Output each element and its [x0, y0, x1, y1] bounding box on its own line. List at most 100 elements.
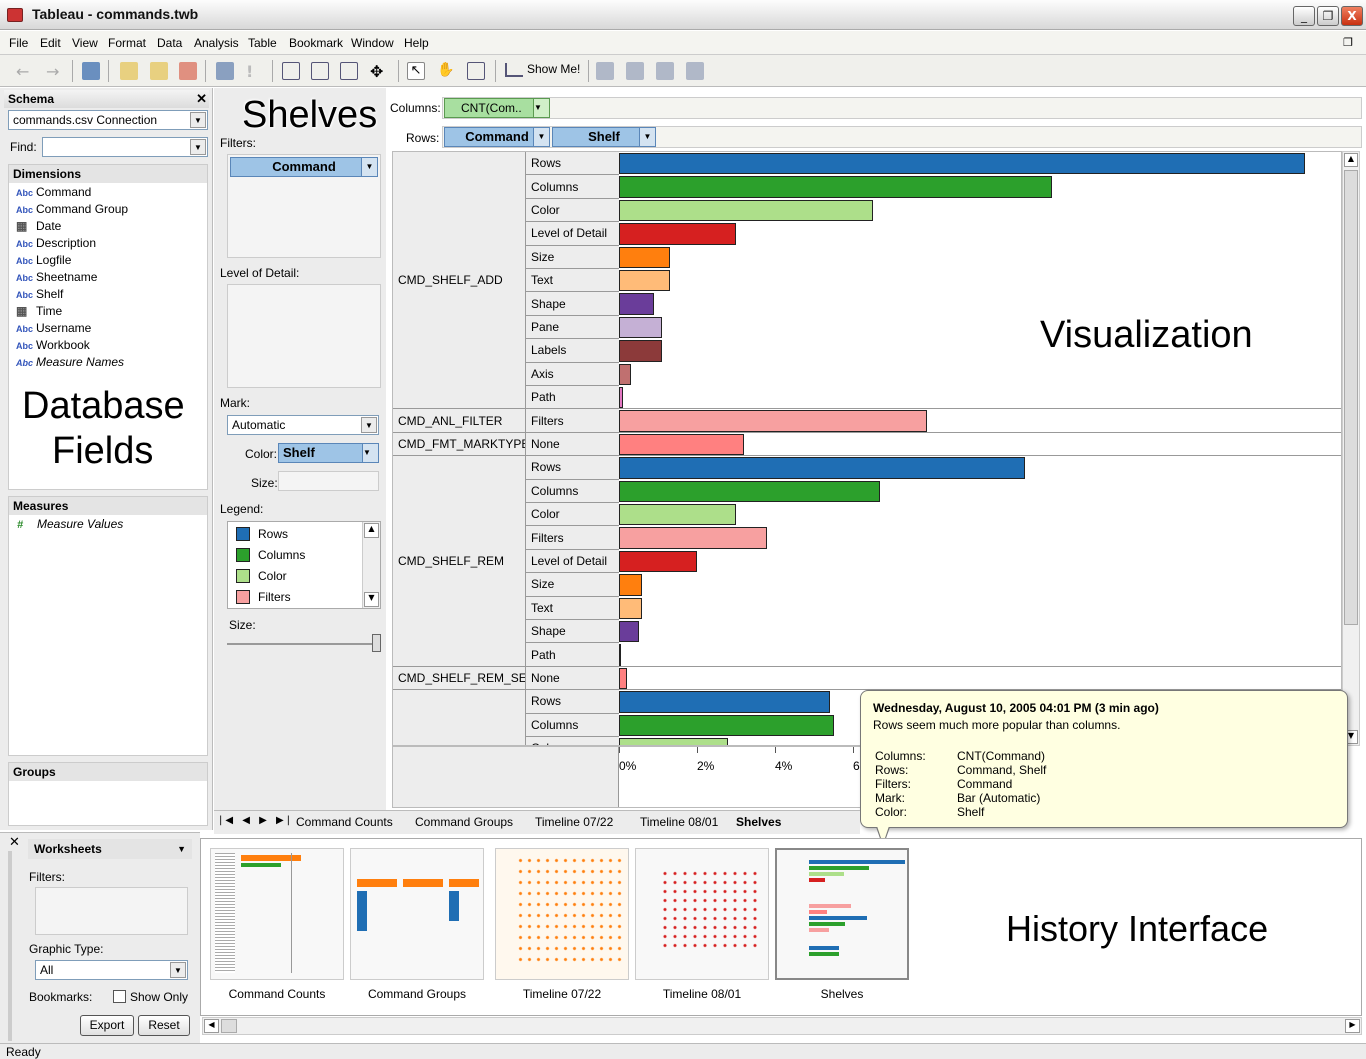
field-measure-values[interactable]: # Measure Values: [17, 517, 123, 534]
row-header-shelf[interactable]: Rows: [525, 152, 619, 176]
row-header-shelf[interactable]: Text: [525, 269, 619, 293]
bar[interactable]: [619, 223, 736, 245]
field-command[interactable]: Abc Command: [16, 185, 91, 202]
bar[interactable]: [619, 433, 744, 456]
row-header-command[interactable]: CMD_ANL_FILTER: [393, 409, 525, 433]
size-shelf[interactable]: [278, 471, 379, 491]
field-logfile[interactable]: Abc Logfile: [16, 253, 71, 270]
row-header-shelf[interactable]: Rows: [525, 690, 619, 714]
columns-pill[interactable]: CNT(Com.. ▼: [444, 98, 550, 118]
sort-desc-icon[interactable]: [311, 62, 329, 80]
history-thumb-command-counts[interactable]: [210, 848, 344, 980]
fit-width-icon[interactable]: [626, 62, 644, 80]
clear-sheet-icon[interactable]: [179, 62, 197, 80]
restore-button[interactable]: ❐: [1317, 6, 1339, 26]
rows-pill-command[interactable]: Command ▼: [444, 127, 550, 147]
bar[interactable]: [619, 199, 873, 222]
exclamation-icon[interactable]: !: [246, 62, 264, 81]
row-header-shelf[interactable]: Level of Detail: [525, 222, 619, 246]
row-header-shelf[interactable]: Columns: [525, 479, 619, 503]
row-header-shelf[interactable]: Size: [525, 245, 619, 269]
row-header-shelf[interactable]: Color: [525, 737, 619, 745]
bar[interactable]: [619, 504, 736, 526]
mark-type-select[interactable]: Automatic ▼: [227, 415, 379, 435]
chevron-up-icon[interactable]: ▲: [364, 523, 379, 538]
close-icon[interactable]: ✕: [196, 90, 207, 108]
bar[interactable]: [619, 410, 928, 432]
columns-shelf[interactable]: [442, 97, 1362, 119]
restore-doc-icon[interactable]: ❐: [1343, 36, 1353, 49]
tab-shelves[interactable]: Shelves: [736, 815, 781, 829]
move-icon[interactable]: ✥: [370, 62, 388, 81]
menu-analysis[interactable]: Analysis: [194, 36, 239, 50]
bar[interactable]: [619, 340, 662, 362]
field-command-group[interactable]: Abc Command Group: [16, 202, 128, 219]
bar[interactable]: [619, 574, 643, 596]
legend-item[interactable]: Columns: [258, 548, 305, 562]
row-header-shelf[interactable]: Rows: [525, 456, 619, 480]
bar[interactable]: [619, 621, 639, 643]
pointer-icon[interactable]: ↖: [407, 62, 425, 80]
menu-bookmark[interactable]: Bookmark: [289, 36, 343, 50]
row-header-shelf[interactable]: Shape: [525, 620, 619, 644]
scroll-thumb[interactable]: [221, 1019, 237, 1033]
size-slider-thumb[interactable]: [372, 634, 381, 652]
chevron-right-icon[interactable]: ▶: [1345, 1019, 1360, 1033]
field-username[interactable]: Abc Username: [16, 321, 91, 338]
bar[interactable]: [619, 363, 631, 385]
back-icon[interactable]: ←: [16, 62, 34, 81]
bar[interactable]: [619, 246, 670, 268]
bar[interactable]: [619, 527, 768, 549]
viz-scrollbar[interactable]: ▲ ▼: [1342, 151, 1360, 746]
row-header-shelf[interactable]: None: [525, 432, 619, 457]
swap-icon[interactable]: [216, 62, 234, 80]
bar[interactable]: [619, 550, 697, 573]
row-header-shelf[interactable]: Color: [525, 503, 619, 527]
bar[interactable]: [619, 270, 670, 292]
fit-entire-icon[interactable]: [686, 62, 704, 80]
row-header-shelf[interactable]: Pane: [525, 315, 619, 340]
tab-timeline-0801[interactable]: Timeline 08/01: [640, 815, 718, 829]
history-thumb-shelves[interactable]: [775, 848, 909, 980]
field-sheetname[interactable]: Abc Sheetname: [16, 270, 97, 287]
bar[interactable]: [619, 480, 881, 502]
row-header-shelf[interactable]: Level of Detail: [525, 549, 619, 574]
lod-shelf[interactable]: [227, 284, 381, 388]
row-header-command[interactable]: CMD_SHELF_REM: [393, 456, 525, 667]
size-slider-track[interactable]: [227, 643, 379, 645]
presentation-icon[interactable]: [596, 62, 614, 80]
rows-pill-shelf[interactable]: Shelf ▼: [552, 127, 656, 147]
find-input[interactable]: ▼: [42, 137, 208, 157]
row-header-shelf[interactable]: Labels: [525, 339, 619, 363]
connection-select[interactable]: commands.csv Connection ▼: [8, 110, 208, 130]
bar[interactable]: [619, 457, 1025, 479]
zoom-icon[interactable]: [467, 62, 485, 80]
filters-shelf[interactable]: Command ▼: [227, 154, 381, 258]
bar[interactable]: [619, 714, 834, 736]
show-me-button[interactable]: Show Me!: [505, 62, 580, 77]
bar[interactable]: [619, 293, 655, 315]
bar[interactable]: [619, 387, 623, 409]
export-button[interactable]: Export: [80, 1015, 134, 1036]
row-header-shelf[interactable]: Text: [525, 596, 619, 620]
filter-pill-command[interactable]: Command ▼: [230, 157, 378, 177]
row-header-shelf[interactable]: None: [525, 666, 619, 691]
bar[interactable]: [619, 738, 729, 745]
history-thumb-command-groups[interactable]: [350, 848, 484, 980]
visualization-area[interactable]: CMD_SHELF_ADD Rows Columns Color Level of De…: [392, 151, 1342, 746]
graphic-type-select[interactable]: All ▼: [35, 960, 188, 980]
tab-nav-icons[interactable]: |◀ ◀ ▶ ▶|: [219, 815, 293, 826]
legend-scrollbar[interactable]: ▲ ▼: [362, 522, 380, 608]
menu-edit[interactable]: Edit: [40, 36, 61, 50]
worksheets-title[interactable]: Worksheets ▼: [28, 839, 192, 859]
tab-timeline-0722[interactable]: Timeline 07/22: [535, 815, 613, 829]
connect-data-icon[interactable]: [82, 62, 100, 80]
field-time[interactable]: ▦ Time: [16, 304, 62, 321]
hand-icon[interactable]: ✋: [437, 62, 455, 80]
row-header-shelf[interactable]: Filters: [525, 409, 619, 433]
row-header-shelf[interactable]: Path: [525, 386, 619, 410]
menu-data[interactable]: Data: [157, 36, 182, 50]
tab-command-groups[interactable]: Command Groups: [415, 815, 513, 829]
sort-asc-icon[interactable]: [282, 62, 300, 80]
legend-item[interactable]: Filters: [258, 590, 291, 604]
